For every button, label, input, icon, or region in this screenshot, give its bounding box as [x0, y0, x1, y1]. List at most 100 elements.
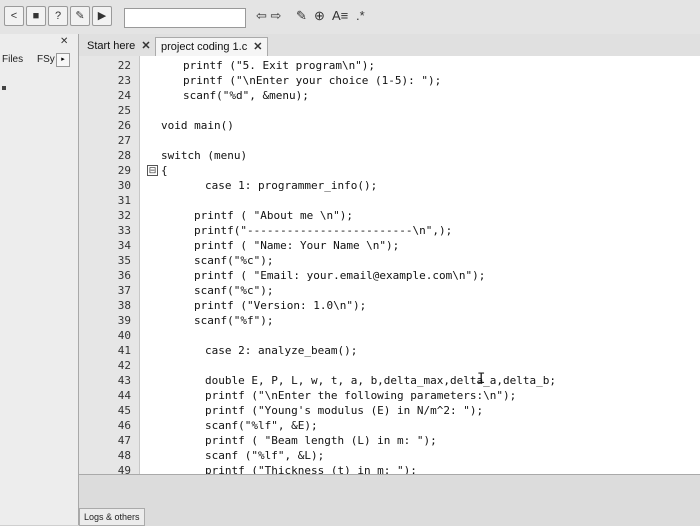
code-line[interactable]: 23 printf ("\nEnter your choice (1-5): ")…: [79, 73, 700, 88]
code-text: printf ("Thickness (t) in m: ");: [205, 464, 417, 474]
code-line[interactable]: 24 scanf("%d", &menu);: [79, 88, 700, 103]
editor-tab-bar: Start here ✕ project coding 1.c ✕: [79, 34, 700, 57]
line-number: 48: [117, 449, 131, 462]
code-line[interactable]: 30 case 1: programmer_info();: [79, 178, 700, 193]
code-text: scanf("%lf", &E);: [205, 419, 318, 432]
line-number: 38: [117, 299, 131, 312]
line-number: 22: [117, 59, 131, 72]
line-number: 23: [117, 74, 131, 87]
code-line[interactable]: 39 scanf("%f");: [79, 313, 700, 328]
line-number: 32: [117, 209, 131, 222]
tab-files[interactable]: Files: [2, 54, 23, 65]
code-line[interactable]: 41 case 2: analyze_beam();: [79, 343, 700, 358]
line-number: 28: [117, 149, 131, 162]
code-text: printf ( "About me \n");: [194, 209, 353, 222]
code-line[interactable]: 25: [79, 103, 700, 118]
line-number: 47: [117, 434, 131, 447]
code-line[interactable]: 46 scanf("%lf", &E);: [79, 418, 700, 433]
fold-toggle-icon[interactable]: ⊟: [147, 165, 158, 176]
highlight-icon[interactable]: ✎: [296, 8, 307, 24]
code-text: scanf("%c");: [194, 254, 274, 267]
tab-fsymbols[interactable]: FSy: [37, 54, 55, 65]
toolbar: < ■ ? ✎ ▶ ⇦ ⇨ ✎ ⊕ A≡ .*: [0, 0, 700, 35]
code-line[interactable]: 37 scanf("%c");: [79, 283, 700, 298]
panel-close-icon[interactable]: ✕: [60, 36, 68, 47]
code-line[interactable]: 33 printf("-------------------------\n",)…: [79, 223, 700, 238]
code-text: double E, P, L, w, t, a, b,delta_max,del…: [205, 374, 556, 387]
line-number: 46: [117, 419, 131, 432]
code-line[interactable]: 34 printf ( "Name: Your Name \n");: [79, 238, 700, 253]
code-line[interactable]: 45 printf ("Young's modulus (E) in N/m^2:…: [79, 403, 700, 418]
code-line[interactable]: 43 double E, P, L, w, t, a, b,delta_max,d…: [79, 373, 700, 388]
code-line[interactable]: 48 scanf ("%lf", &L);: [79, 448, 700, 463]
line-number: 26: [117, 119, 131, 132]
code-line[interactable]: 49 printf ("Thickness (t) in m: ");: [79, 463, 700, 474]
run-icon[interactable]: ▶: [92, 6, 112, 26]
code-text: printf ( "Email: your.email@example.com\…: [194, 269, 486, 282]
code-line[interactable]: 32 printf ( "About me \n");: [79, 208, 700, 223]
help-icon[interactable]: ?: [48, 6, 68, 26]
tab-label: project coding 1.c: [161, 41, 248, 53]
line-number: 31: [117, 194, 131, 207]
line-number: 35: [117, 254, 131, 267]
regex-icon[interactable]: .*: [356, 8, 365, 23]
code-line[interactable]: 42: [79, 358, 700, 373]
tab-start-here[interactable]: Start here ✕: [87, 37, 151, 55]
code-text: printf("-------------------------\n",);: [194, 224, 453, 237]
logs-panel: Logs & others: [79, 474, 700, 526]
management-panel: ✕ Files FSy ▸: [0, 34, 79, 525]
code-line[interactable]: 31: [79, 193, 700, 208]
code-text: {: [161, 164, 168, 177]
code-line[interactable]: 22 printf ("5. Exit program\n");: [79, 58, 700, 73]
line-number: 44: [117, 389, 131, 402]
code-line[interactable]: 47 printf ( "Beam length (L) in m: ");: [79, 433, 700, 448]
line-number: 49: [117, 464, 131, 474]
close-icon[interactable]: ✕: [141, 40, 150, 52]
code-text: void main(): [161, 119, 234, 132]
panel-tab-scroll-icon[interactable]: ▸: [56, 53, 70, 67]
code-text: printf ( "Name: Your Name \n");: [194, 239, 400, 252]
tab-project-coding[interactable]: project coding 1.c ✕: [155, 37, 269, 56]
code-text: printf ( "Beam length (L) in m: ");: [205, 434, 437, 447]
code-text: case 1: programmer_info();: [205, 179, 378, 192]
line-number: 42: [117, 359, 131, 372]
tree-node-icon: [2, 86, 6, 90]
edit-icon[interactable]: ✎: [70, 6, 90, 26]
code-line[interactable]: 35 scanf("%c");: [79, 253, 700, 268]
code-text: printf ("5. Exit program\n");: [183, 59, 376, 72]
code-line[interactable]: 38 printf ("Version: 1.0\n");: [79, 298, 700, 313]
code-text: scanf("%f");: [194, 314, 274, 327]
nav-arrows-icon[interactable]: ⇦ ⇨: [256, 8, 281, 24]
line-number: 30: [117, 179, 131, 192]
line-number: 37: [117, 284, 131, 297]
code-text: printf ("Version: 1.0\n");: [194, 299, 367, 312]
line-number: 36: [117, 269, 131, 282]
code-text: case 2: analyze_beam();: [205, 344, 358, 357]
line-number: 43: [117, 374, 131, 387]
code-text: switch (menu): [161, 149, 248, 162]
code-editor[interactable]: I 22 printf ("5. Exit program\n"); 23 print…: [79, 56, 700, 474]
stop-icon[interactable]: ■: [26, 6, 46, 26]
code-line[interactable]: 26 void main(): [79, 118, 700, 133]
code-text: printf ("Young's modulus (E) in N/m^2: "…: [205, 404, 484, 417]
line-number: 40: [117, 329, 131, 342]
line-number: 41: [117, 344, 131, 357]
code-text: scanf("%d", &menu);: [183, 89, 309, 102]
line-number: 34: [117, 239, 131, 252]
code-line[interactable]: 36 printf ( "Email: your.email@example.co…: [79, 268, 700, 283]
code-text: printf ("\nEnter the following parameter…: [205, 389, 517, 402]
code-line[interactable]: 28 switch (menu): [79, 148, 700, 163]
line-number: 27: [117, 134, 131, 147]
line-number: 24: [117, 89, 131, 102]
code-line[interactable]: 44 printf ("\nEnter the following paramet…: [79, 388, 700, 403]
line-number: 45: [117, 404, 131, 417]
toolbar-combo-input[interactable]: [124, 8, 246, 28]
tab-logs-others[interactable]: Logs & others: [79, 508, 145, 526]
find-icon[interactable]: ⊕: [314, 8, 325, 24]
code-line[interactable]: 40: [79, 328, 700, 343]
code-line[interactable]: 27: [79, 133, 700, 148]
back-icon[interactable]: <: [4, 6, 24, 26]
code-line[interactable]: 29 ⊟{: [79, 163, 700, 178]
match-case-icon[interactable]: A≡: [332, 8, 348, 23]
close-icon[interactable]: ✕: [253, 41, 262, 53]
